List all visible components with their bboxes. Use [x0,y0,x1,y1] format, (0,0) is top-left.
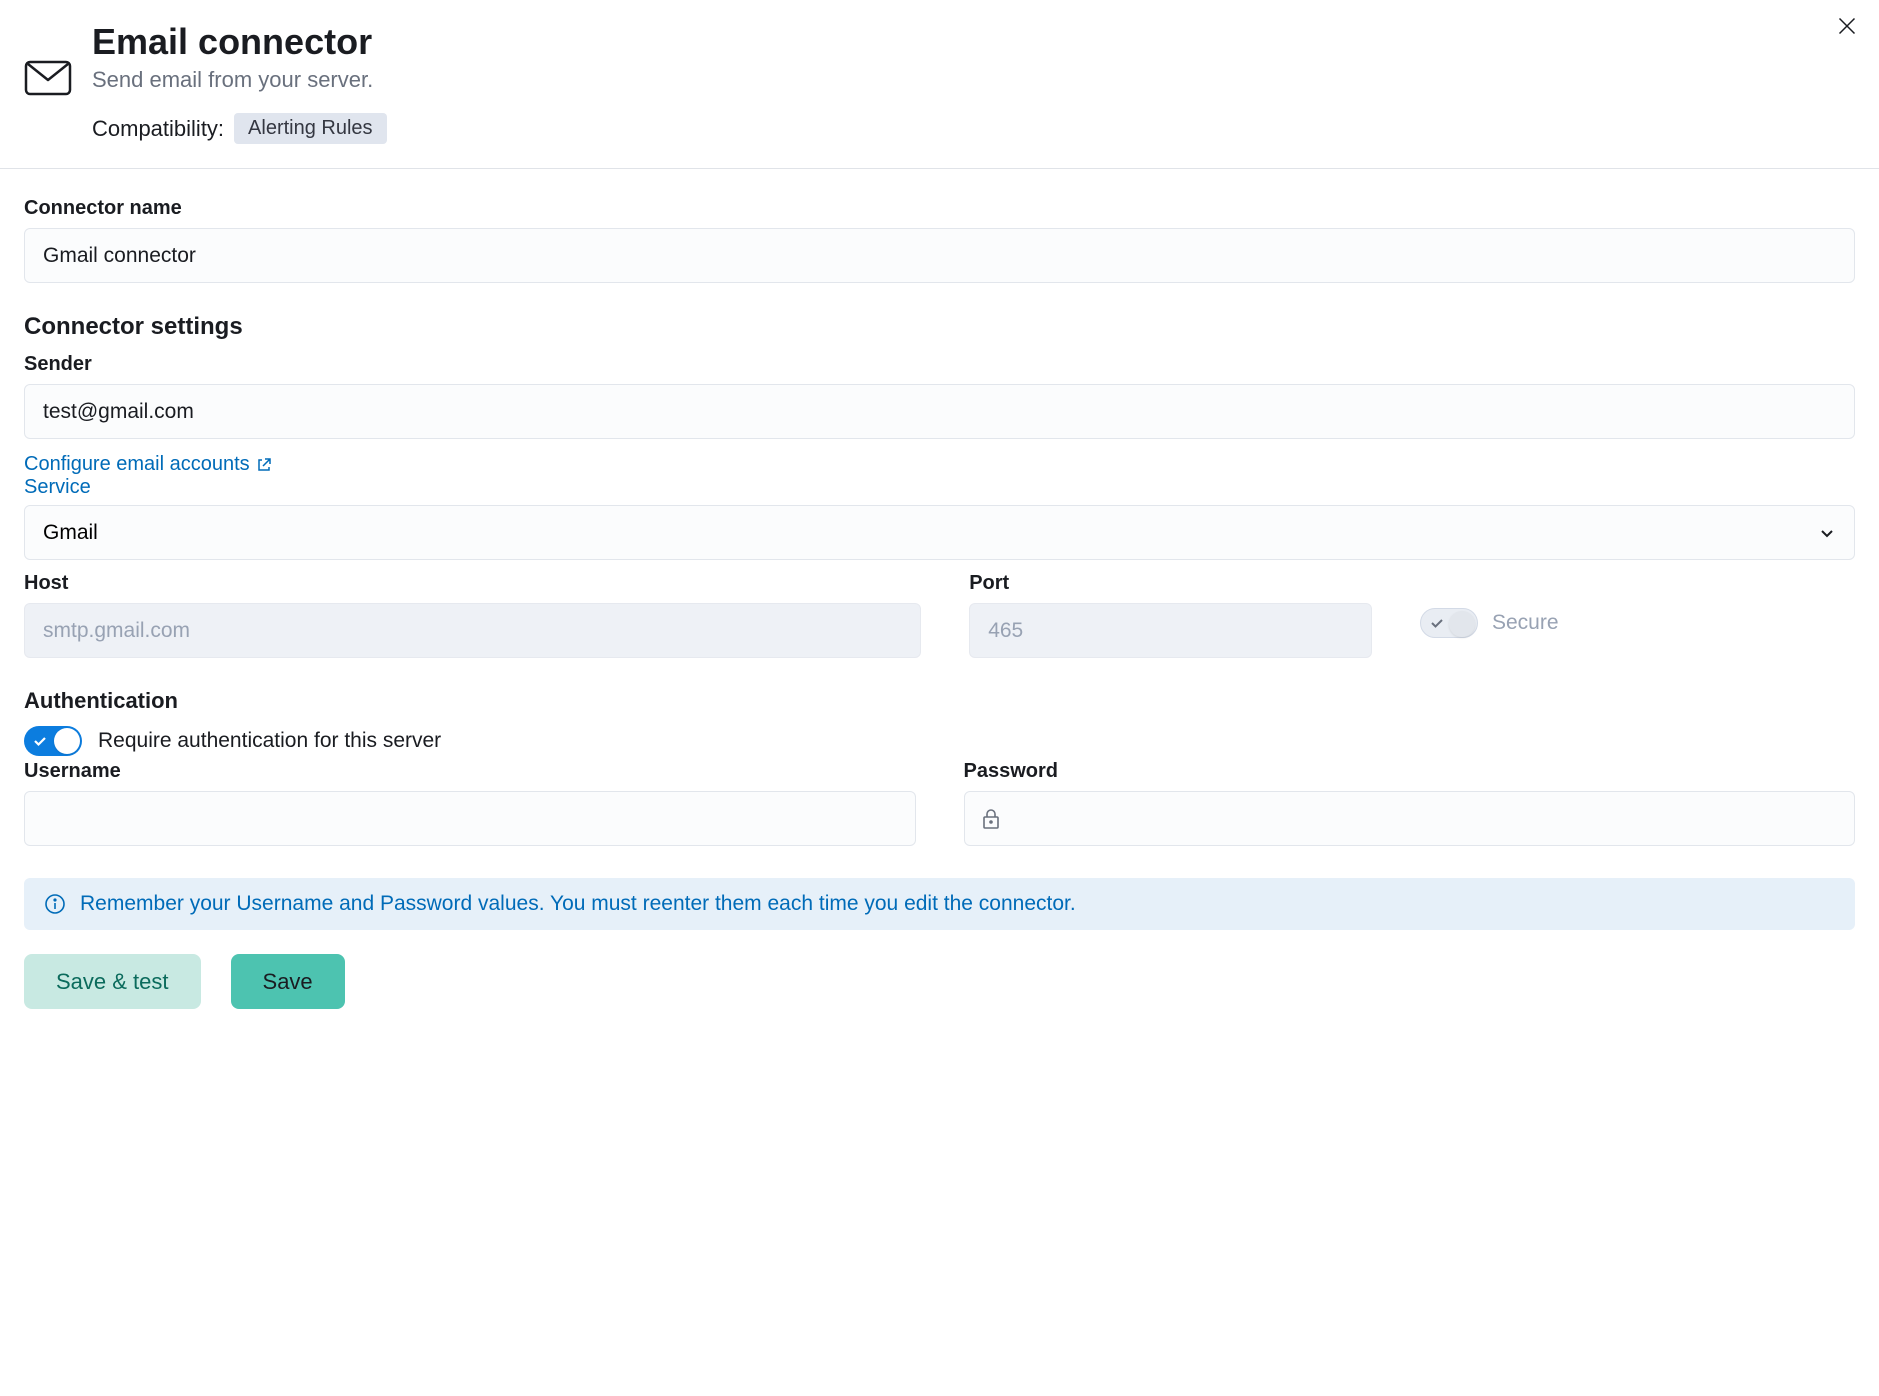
sender-label: Sender [24,353,1855,376]
require-auth-label: Require authentication for this server [98,729,441,753]
info-callout: Remember your Username and Password valu… [24,878,1855,930]
close-button[interactable] [1835,14,1859,38]
modal-header: Email connector Send email from your ser… [0,0,1879,169]
username-label: Username [24,760,916,783]
host-label: Host [24,572,921,595]
save-button[interactable]: Save [231,954,345,1009]
password-input[interactable] [964,791,1856,846]
secure-toggle[interactable] [1420,608,1478,638]
connector-name-label: Connector name [24,197,1855,220]
modal-title: Email connector [92,20,387,63]
port-input [969,603,1372,658]
username-input[interactable] [24,791,916,846]
authentication-heading: Authentication [24,688,1855,714]
modal-subtitle: Send email from your server. [92,67,387,93]
secure-toggle-label: Secure [1492,611,1559,635]
sender-input[interactable] [24,384,1855,439]
password-label: Password [964,760,1856,783]
require-auth-toggle[interactable] [24,726,82,756]
close-icon [1837,16,1857,36]
save-and-test-button[interactable]: Save & test [24,954,201,1009]
configure-email-link-text: Configure email accounts [24,453,250,476]
connector-name-input[interactable] [24,228,1855,283]
check-icon [32,733,48,749]
configure-email-link[interactable]: Configure email accounts [24,453,272,476]
lock-icon [982,808,1000,830]
info-icon [44,893,66,915]
host-input [24,603,921,658]
compatibility-label: Compatibility: [92,116,224,142]
service-select[interactable]: Gmail [24,505,1855,560]
mail-icon [24,60,72,96]
external-link-icon [256,457,272,473]
connector-settings-heading: Connector settings [24,313,1855,341]
compatibility-badge: Alerting Rules [234,113,387,144]
check-icon [1429,615,1445,631]
callout-text: Remember your Username and Password valu… [80,892,1076,916]
service-label[interactable]: Service [24,476,91,499]
port-label: Port [969,572,1372,595]
